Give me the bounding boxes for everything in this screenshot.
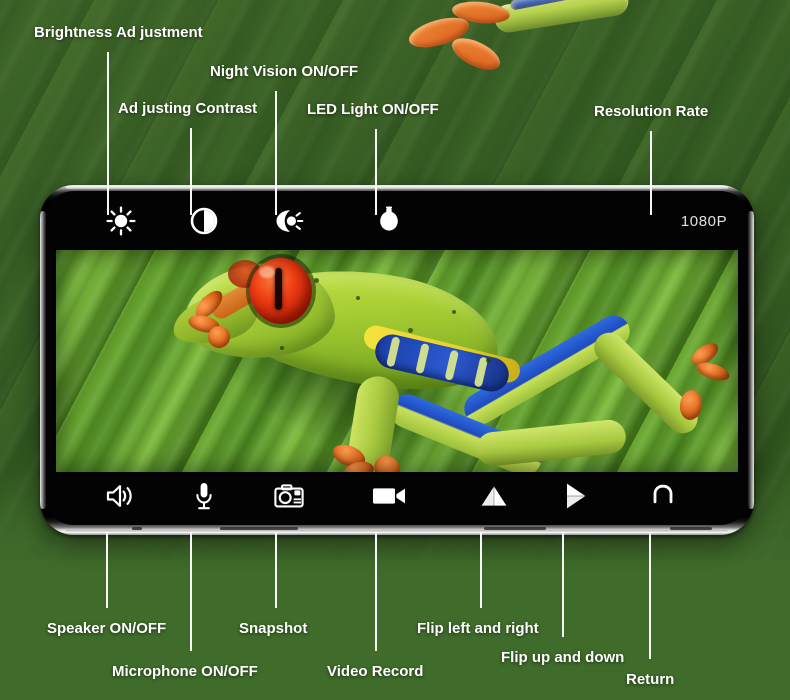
contrast-icon: [190, 207, 218, 235]
callout-resolution: Resolution Rate: [594, 103, 709, 120]
frog-flank-bar: [386, 336, 401, 368]
callout-flip-up-down: Flip up and down: [501, 649, 625, 666]
frog-flank-bar: [444, 349, 460, 381]
leader-line-return: [649, 533, 651, 659]
frog-toe-shape: [447, 31, 505, 77]
leader-line-night-vision: [275, 91, 277, 215]
leader-line-resolution: [650, 131, 652, 215]
speaker-icon: [104, 482, 136, 510]
device-right-rail: [748, 211, 754, 509]
frog-skin-spot: [356, 296, 360, 300]
background-frog-foot: [398, 0, 631, 90]
leader-line-speaker: [106, 533, 108, 608]
leader-line-flip-lr: [480, 533, 482, 608]
flip-left-right-button[interactable]: [471, 473, 517, 519]
leader-line-brightness: [107, 52, 109, 215]
frog-pupil: [275, 268, 282, 310]
night-vision-icon: [273, 207, 305, 235]
camera-icon: [274, 484, 304, 508]
callout-snapshot: Snapshot: [239, 620, 308, 637]
frog-skin-spot: [314, 278, 319, 283]
device-bottom-bezel-highlight: [66, 530, 728, 533]
sun-icon: [106, 206, 136, 236]
device-speaker-grille: [132, 527, 142, 530]
callout-speaker: Speaker ON/OFF: [47, 620, 167, 637]
return-button[interactable]: [640, 473, 686, 519]
video-preview-screen[interactable]: [55, 249, 739, 473]
microphone-icon: [194, 481, 214, 511]
callout-video-record: Video Record: [327, 663, 424, 680]
contrast-button[interactable]: [181, 198, 227, 244]
video-record-button[interactable]: [366, 473, 412, 519]
leader-line-contrast: [190, 128, 192, 215]
device-left-rail: [40, 211, 46, 509]
leader-line-microphone: [190, 533, 192, 651]
resolution-label: 1080P: [680, 212, 728, 230]
speaker-button[interactable]: [97, 473, 143, 519]
poster-stage: 1080P Brightness Ad justment Night Visio…: [0, 0, 790, 700]
frog-skin-spot: [486, 358, 491, 363]
led-light-button[interactable]: [366, 198, 412, 244]
frog-eye-glint: [259, 266, 275, 278]
callout-contrast: Ad justing Contrast: [118, 100, 258, 117]
callout-led-light: LED Light ON/OFF: [307, 101, 439, 118]
frog-scene: [56, 250, 738, 472]
top-toolbar: 1080P: [54, 194, 740, 248]
device-speaker-grille: [220, 527, 298, 530]
leader-line-snapshot: [275, 533, 277, 608]
video-camera-icon: [372, 485, 406, 507]
bulb-icon: [377, 206, 401, 236]
leader-line-flip-ud: [562, 533, 564, 637]
device-top-bezel-highlight: [66, 186, 728, 189]
bottom-toolbar: [54, 469, 740, 523]
device-speaker-grille: [670, 527, 712, 530]
frog-skin-spot: [280, 346, 284, 350]
frog-skin-spot: [452, 310, 456, 314]
callout-night-vision: Night Vision ON/OFF: [210, 63, 359, 80]
leader-line-video-record: [375, 533, 377, 651]
brightness-button[interactable]: [98, 198, 144, 244]
flip-up-down-button[interactable]: [553, 473, 599, 519]
night-vision-button[interactable]: [266, 198, 312, 244]
frog-skin-spot: [408, 328, 413, 333]
microphone-button[interactable]: [181, 473, 227, 519]
frog-flank-bar: [415, 342, 430, 375]
leader-line-led-light: [375, 129, 377, 215]
callout-brightness: Brightness Ad justment: [34, 24, 203, 41]
return-arrow-icon: [649, 482, 677, 510]
callout-microphone: Microphone ON/OFF: [112, 663, 258, 680]
tablet-monitor-device: 1080P: [40, 185, 754, 535]
snapshot-button[interactable]: [266, 473, 312, 519]
triangle-right-icon: [564, 482, 588, 510]
device-speaker-grille: [484, 527, 546, 530]
triangle-up-icon: [479, 485, 509, 507]
callout-return: Return: [626, 671, 675, 688]
callout-flip-left-right: Flip left and right: [417, 620, 539, 637]
